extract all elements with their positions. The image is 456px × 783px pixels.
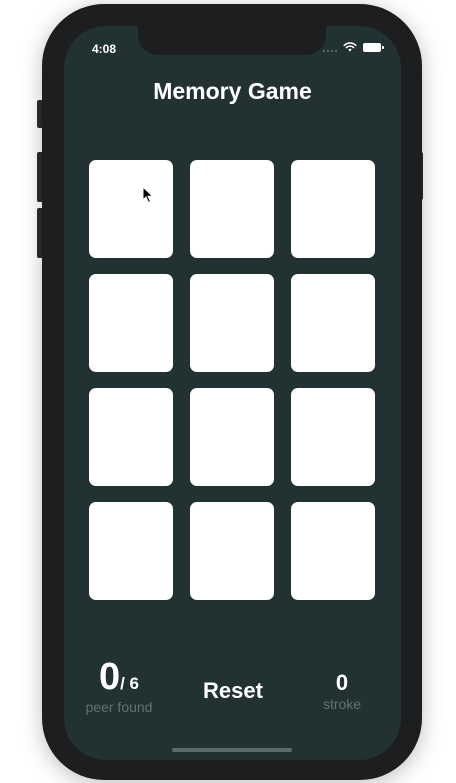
wifi-icon xyxy=(343,42,357,52)
memory-card[interactable] xyxy=(291,388,375,486)
memory-card[interactable] xyxy=(89,502,173,600)
memory-card[interactable] xyxy=(190,160,274,258)
memory-card[interactable] xyxy=(190,502,274,600)
home-indicator[interactable] xyxy=(172,748,292,752)
status-icons xyxy=(323,42,384,52)
reset-button[interactable]: Reset xyxy=(192,678,274,704)
stroke-counter: 0 stroke xyxy=(312,670,372,712)
stroke-label: stroke xyxy=(322,696,362,712)
memory-card[interactable] xyxy=(190,388,274,486)
stage: 4:08 Memory Game 0/ 6 peer found Reset 0… xyxy=(0,0,456,783)
status-time: 4:08 xyxy=(92,42,117,56)
page-title: Memory Game xyxy=(153,78,312,104)
found-label: peer found xyxy=(85,699,153,715)
memory-card[interactable] xyxy=(89,160,173,258)
stroke-count: 0 xyxy=(335,670,349,695)
battery-icon xyxy=(363,42,384,52)
notch xyxy=(138,26,326,55)
pairs-found-value: 0/ 6 xyxy=(78,656,160,699)
memory-card[interactable] xyxy=(291,502,375,600)
found-count: 0 xyxy=(98,656,121,698)
pairs-found: 0/ 6 peer found xyxy=(78,656,160,715)
memory-card[interactable] xyxy=(291,160,375,258)
mouse-pointer-icon xyxy=(142,185,154,209)
memory-card[interactable] xyxy=(89,388,173,486)
app-screen: 4:08 Memory Game 0/ 6 peer found Reset 0… xyxy=(64,26,401,760)
memory-card[interactable] xyxy=(190,274,274,372)
found-total: / 6 xyxy=(120,674,140,693)
card-grid xyxy=(89,160,378,600)
score-footer: 0/ 6 peer found Reset 0 stroke xyxy=(64,656,401,736)
memory-card[interactable] xyxy=(291,274,375,372)
signal-icon xyxy=(323,42,337,52)
memory-card[interactable] xyxy=(89,274,173,372)
phone-frame: 4:08 Memory Game 0/ 6 peer found Reset 0… xyxy=(42,4,422,780)
